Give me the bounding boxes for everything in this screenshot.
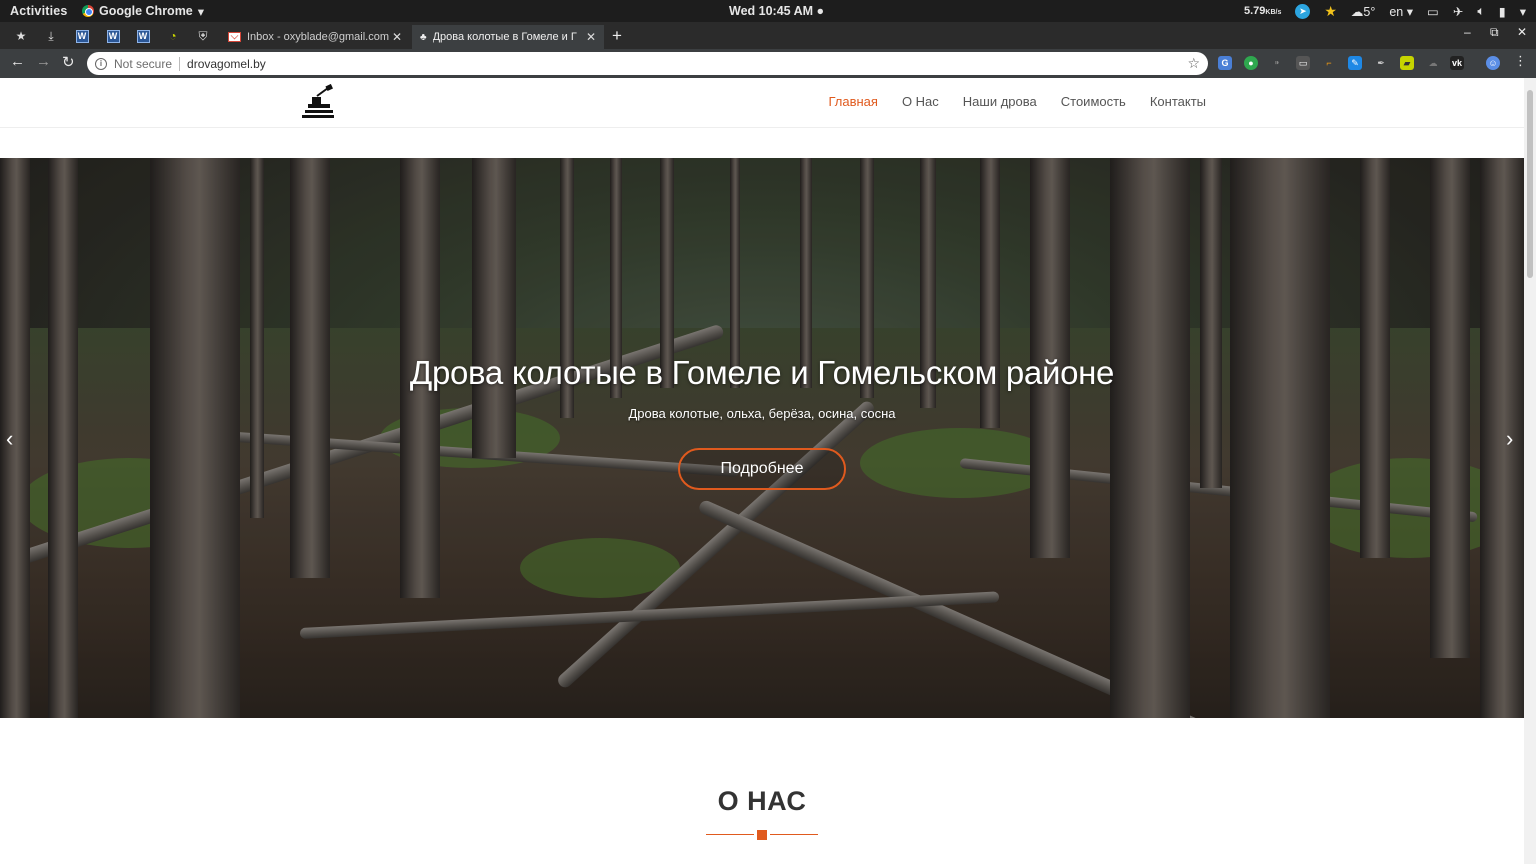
nav-item-about[interactable]: О Нас — [902, 94, 939, 109]
grey-extension-icon[interactable]: ▭ — [1296, 56, 1310, 70]
tab-strip: ★ ⤓ W W W ◔ ⛨ Inbox - oxyblade@gmail.com… — [0, 22, 1536, 49]
shield-icon: ⛨ — [198, 28, 208, 43]
activities-button[interactable]: Activities — [10, 4, 68, 18]
site-header: Главная О Нас Наши дрова Стоимость Конта… — [0, 78, 1524, 128]
page-scrollbar[interactable] — [1524, 78, 1536, 864]
pinned-tab-shield[interactable]: ⛨ — [190, 26, 216, 46]
chevron-down-icon: ▾ — [197, 4, 205, 19]
app-menu[interactable]: Google Chrome ▾ — [82, 4, 204, 19]
pin-extension-icon[interactable]: ⁍ — [1270, 56, 1284, 70]
volume-icon[interactable]: 🔈︎ — [1477, 4, 1485, 19]
security-label[interactable]: Not secure — [114, 57, 172, 71]
pinned-tab-word-1[interactable]: W — [69, 26, 95, 46]
site-favicon-icon: ♣ — [420, 31, 427, 43]
telegram-icon[interactable]: ➤ — [1295, 3, 1311, 19]
gmail-icon — [228, 32, 241, 42]
weather-widget[interactable]: ☁5° — [1351, 4, 1375, 19]
next-slide-icon[interactable]: › — [1506, 426, 1513, 452]
section-divider — [706, 830, 818, 840]
display-icon[interactable]: ▭ — [1427, 4, 1439, 19]
cloud-icon: ☁ — [1350, 4, 1364, 19]
battery-icon[interactable]: ▮ — [1499, 4, 1506, 19]
airplane-icon[interactable]: ✈ — [1453, 4, 1463, 19]
system-tray: 5.79KB/s ➤ ★ ☁5° en ▾ ▭ ✈ 🔈︎ ▮ ▾ — [1244, 3, 1526, 20]
restore-button[interactable]: ⧉ — [1490, 25, 1499, 40]
prev-slide-icon[interactable]: ‹ — [6, 426, 13, 452]
hero-title: Дрова колотые в Гомеле и Гомельском райо… — [409, 354, 1115, 391]
nav-item-contacts[interactable]: Контакты — [1150, 94, 1206, 109]
about-section-title: О НАС — [717, 786, 807, 816]
tab-inbox[interactable]: Inbox - oxyblade@gmail.com ✕ — [220, 25, 410, 49]
language-label: en — [1389, 4, 1404, 19]
scrollbar-thumb[interactable] — [1527, 90, 1533, 278]
hero-overlay — [0, 158, 1524, 718]
nav-item-home[interactable]: Главная — [828, 94, 877, 109]
word-icon: W — [75, 29, 89, 43]
weather-temp: 5° — [1363, 4, 1376, 19]
screenshot-extension-icon[interactable]: ✎ — [1348, 56, 1362, 70]
pinned-tab-word-2[interactable]: W — [100, 26, 126, 46]
clock-label: Wed 10:45 AM — [729, 4, 814, 18]
close-icon[interactable]: ✕ — [392, 30, 402, 44]
minimize-button[interactable]: – — [1464, 25, 1471, 39]
app-menu-label: Google Chrome — [99, 4, 193, 18]
cloud-extension-icon[interactable]: ☁ — [1426, 56, 1440, 70]
close-window-button[interactable]: ✕ — [1517, 25, 1527, 39]
feather-extension-icon[interactable]: ✒ — [1374, 56, 1388, 70]
language-switcher[interactable]: en ▾ — [1389, 4, 1413, 19]
star-icon[interactable]: ★ — [1324, 3, 1337, 20]
chevron-down-icon[interactable]: ▾ — [1520, 4, 1526, 19]
logo-icon[interactable] — [300, 84, 336, 120]
green-extension-icon[interactable]: ● — [1244, 56, 1258, 70]
nav-item-our-wood[interactable]: Наши дрова — [963, 94, 1037, 109]
tab-title: Inbox - oxyblade@gmail.com — [247, 31, 390, 43]
bookmark-star-icon[interactable]: ☆ — [1187, 55, 1200, 72]
close-icon[interactable]: ✕ — [586, 30, 596, 44]
info-icon[interactable]: i — [95, 57, 107, 70]
translate-extension-icon[interactable]: G — [1218, 56, 1232, 70]
chrome-icon — [82, 5, 94, 17]
browser-toolbar: ← → ↻ i Not secure drovagomel.by ☆ G ● ⁍… — [0, 49, 1536, 78]
download-icon[interactable]: ⤓ — [38, 26, 64, 46]
profile-avatar-icon[interactable]: ☺ — [1486, 56, 1500, 70]
yellow-extension-icon[interactable]: ▰ — [1400, 56, 1414, 70]
reload-button[interactable]: ↻ — [62, 53, 75, 71]
tab-drova[interactable]: ♣ Дрова колотые в Гомеле и Г ✕ — [412, 25, 604, 49]
refresh-circle-icon: ◔ — [169, 29, 177, 43]
hero-slider: Дрова колотые в Гомеле и Гомельском райо… — [0, 158, 1524, 718]
clock[interactable]: Wed 10:45 AM ● — [729, 4, 824, 18]
new-tab-button[interactable]: + — [612, 26, 622, 46]
bookmark-star-icon[interactable]: ★ — [8, 26, 34, 46]
divider — [179, 56, 181, 71]
flag-extension-icon[interactable]: ⌐ — [1322, 56, 1336, 70]
address-bar[interactable]: i Not secure drovagomel.by ☆ — [87, 52, 1208, 75]
hero-subtitle: Дрова колотые, ольха, берёза, осина, сос… — [628, 406, 896, 421]
pinned-tab-refresh[interactable]: ◔ — [160, 26, 186, 46]
word-icon: W — [106, 29, 120, 43]
menu-kebab-icon[interactable]: ⋮ — [1514, 53, 1527, 69]
nav-item-price[interactable]: Стоимость — [1061, 94, 1126, 109]
word-icon: W — [136, 29, 150, 43]
net-speed-unit: KB/s — [1265, 9, 1282, 16]
more-button[interactable]: Подробнее — [678, 448, 846, 490]
url-text[interactable]: drovagomel.by — [187, 57, 266, 71]
pinned-tab-word-3[interactable]: W — [130, 26, 156, 46]
tab-title: Дрова колотые в Гомеле и Г — [432, 31, 577, 43]
forward-button[interactable]: → — [36, 53, 51, 70]
web-page: Главная О Нас Наши дрова Стоимость Конта… — [0, 78, 1536, 864]
network-speed: 5.79KB/s — [1244, 5, 1281, 17]
net-speed-value: 5.79 — [1243, 5, 1266, 17]
vk-extension-icon[interactable]: vk — [1450, 56, 1464, 70]
main-nav: Главная О Нас Наши дрова Стоимость Конта… — [828, 94, 1206, 109]
back-button[interactable]: ← — [10, 53, 25, 70]
system-top-bar: Activities Google Chrome ▾ Wed 10:45 AM … — [0, 0, 1536, 22]
